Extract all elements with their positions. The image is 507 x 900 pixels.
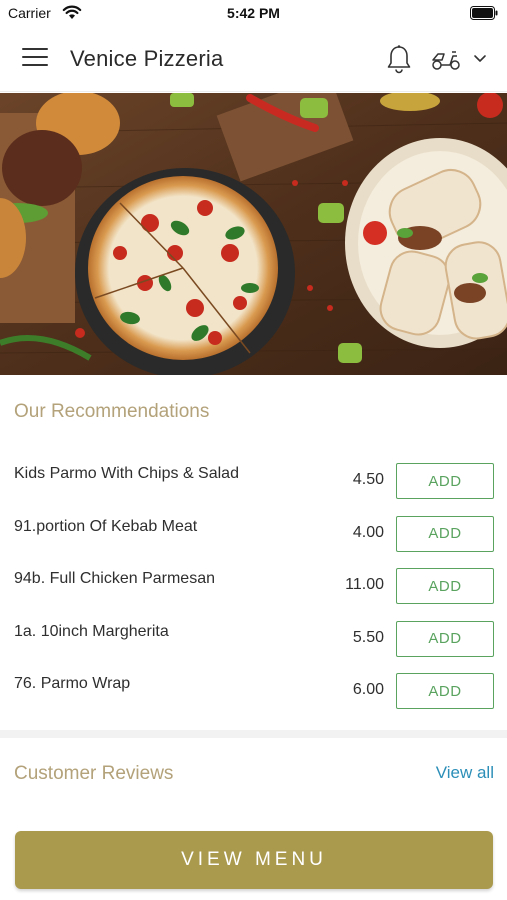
status-bar: Carrier 5:42 PM [0,0,507,26]
recommendations-section: Our Recommendations Kids Parmo With Chip… [0,375,507,730]
hero-food-banner [0,93,507,375]
item-name: 76. Parmo Wrap [14,675,131,692]
view-menu-button[interactable]: VIEW MENU [15,831,493,889]
list-item: 76. Parmo Wrap 6.00 ADD [0,671,507,724]
item-name: 94b. Full Chicken Parmesan [14,570,215,587]
page-title: Venice Pizzeria [70,46,224,71]
hamburger-menu-icon[interactable] [22,48,48,70]
recommendations-list: Kids Parmo With Chips & Salad 4.50 ADD 9… [0,461,507,724]
app-header: Venice Pizzeria [0,26,507,92]
add-button[interactable]: ADD [396,515,494,552]
item-name: Kids Parmo With Chips & Salad [14,465,239,482]
recommendations-title: Our Recommendations [14,401,210,422]
reviews-section: Customer Reviews View all [0,738,507,818]
reviews-title: Customer Reviews [14,763,174,784]
bell-icon[interactable] [385,44,413,74]
item-price: 6.00 [352,681,384,698]
list-item: Kids Parmo With Chips & Salad 4.50 ADD [0,461,507,514]
battery-icon [470,6,498,20]
hero-illustration [0,93,507,375]
view-all-link[interactable]: View all [436,763,494,783]
list-item: 1a. 10inch Margherita 5.50 ADD [0,619,507,672]
item-name: 1a. 10inch Margherita [14,622,169,640]
list-item: 94b. Full Chicken Parmesan 11.00 ADD [0,566,507,619]
scooter-icon[interactable] [430,48,462,72]
item-price: 11.00 [345,576,384,593]
item-price: 5.50 [352,628,384,646]
item-price: 4.50 [352,471,384,488]
add-button[interactable]: ADD [396,673,494,709]
list-item: 91.portion Of Kebab Meat 4.00 ADD [0,514,507,567]
add-button[interactable]: ADD [396,620,494,657]
item-name: 91.portion Of Kebab Meat [14,517,198,535]
section-divider [0,730,507,738]
add-button[interactable]: ADD [396,568,494,604]
status-time: 5:42 PM [227,5,280,21]
chevron-down-icon[interactable] [472,53,488,65]
item-price: 4.00 [352,523,384,541]
add-button[interactable]: ADD [396,463,494,499]
